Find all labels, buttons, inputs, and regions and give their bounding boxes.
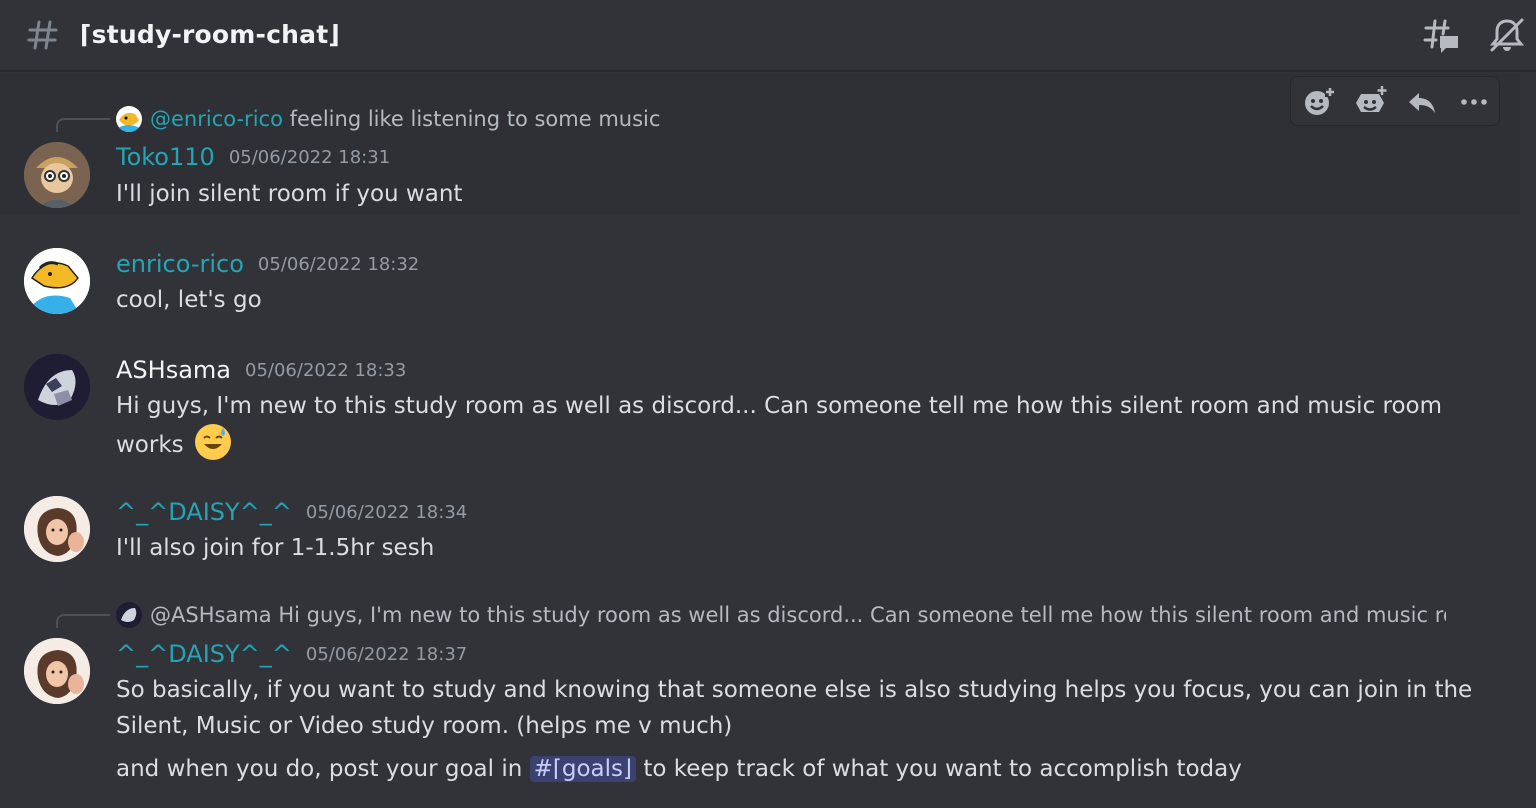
channel-title: ⌈study-room-chat⌋ [80, 20, 340, 49]
avatar[interactable] [24, 142, 90, 208]
message-content-line: works [116, 424, 231, 463]
mute-icon[interactable] [1488, 16, 1526, 54]
message-content-line: Silent, Music or Video study room. (help… [116, 713, 733, 739]
reply-reference[interactable]: @ASHsama Hi guys, I'm new to this study … [116, 602, 1446, 628]
threads-icon[interactable] [1422, 16, 1462, 56]
message-author-line: ASHsama 05/06/2022 18:33 [116, 355, 406, 386]
message-author-line: Toko110 05/06/2022 18:31 [116, 142, 390, 173]
message-author-line: ^_^DAISY^_^ 05/06/2022 18:34 [116, 497, 467, 528]
more-icon[interactable] [1455, 83, 1493, 121]
avatar[interactable] [24, 354, 90, 420]
add-reaction-icon[interactable] [1299, 83, 1337, 121]
reply-icon[interactable] [1403, 83, 1441, 121]
message-content: I'll join silent room if you want [116, 181, 463, 207]
message-content-text: works [116, 432, 184, 458]
reply-avatar [116, 602, 142, 628]
message-content-line: Hi guys, I'm new to this study room as w… [116, 393, 1443, 419]
username[interactable]: ^_^DAISY^_^ [116, 640, 292, 668]
message-content-text: and when you do, post your goal in [116, 756, 523, 782]
timestamp: 05/06/2022 18:37 [305, 644, 468, 665]
avatar[interactable] [24, 496, 90, 562]
reply-connector [56, 118, 110, 132]
message-actions-toolbar [1290, 76, 1500, 126]
username[interactable]: Toko110 [116, 143, 215, 171]
reply-reference[interactable]: @enrico-rico feeling like listening to s… [116, 106, 660, 132]
reply-avatar [116, 106, 142, 132]
sweat-smile-emoji-icon [194, 424, 231, 460]
username[interactable]: ASHsama [116, 356, 231, 384]
message-content-text: to keep track of what you want to accomp… [643, 756, 1242, 782]
username[interactable]: ^_^DAISY^_^ [116, 498, 292, 526]
message-content: cool, let's go [116, 287, 262, 313]
username[interactable]: enrico-rico [116, 250, 244, 278]
message-content-line: So basically, if you want to study and k… [116, 677, 1473, 703]
reply-mention: @enrico-rico [150, 107, 283, 131]
message-author-line: ^_^DAISY^_^ 05/06/2022 18:37 [116, 639, 467, 670]
timestamp: 05/06/2022 18:32 [257, 254, 420, 275]
hash-icon [27, 20, 58, 50]
timestamp: 05/06/2022 18:33 [245, 360, 407, 381]
timestamp: 05/06/2022 18:31 [228, 147, 391, 168]
message-content: I'll also join for 1-1.5hr sesh [116, 535, 435, 561]
reply-text: Hi guys, I'm new to this study room as w… [278, 603, 1446, 627]
avatar[interactable] [24, 248, 90, 314]
reply-mention: @ASHsama [150, 603, 272, 627]
reply-text: feeling like listening to some music [289, 107, 661, 131]
channel-header: ⌈study-room-chat⌋ [0, 0, 1536, 72]
avatar[interactable] [24, 638, 90, 704]
channel-mention-goals[interactable]: #⌈goals⌋ [529, 756, 636, 782]
add-super-reaction-icon[interactable] [1351, 83, 1389, 121]
message-author-line: enrico-rico 05/06/2022 18:32 [116, 249, 419, 280]
reply-connector [56, 614, 110, 628]
message-content-line: and when you do, post your goal in #⌈goa… [116, 751, 1242, 787]
timestamp: 05/06/2022 18:34 [305, 502, 468, 523]
